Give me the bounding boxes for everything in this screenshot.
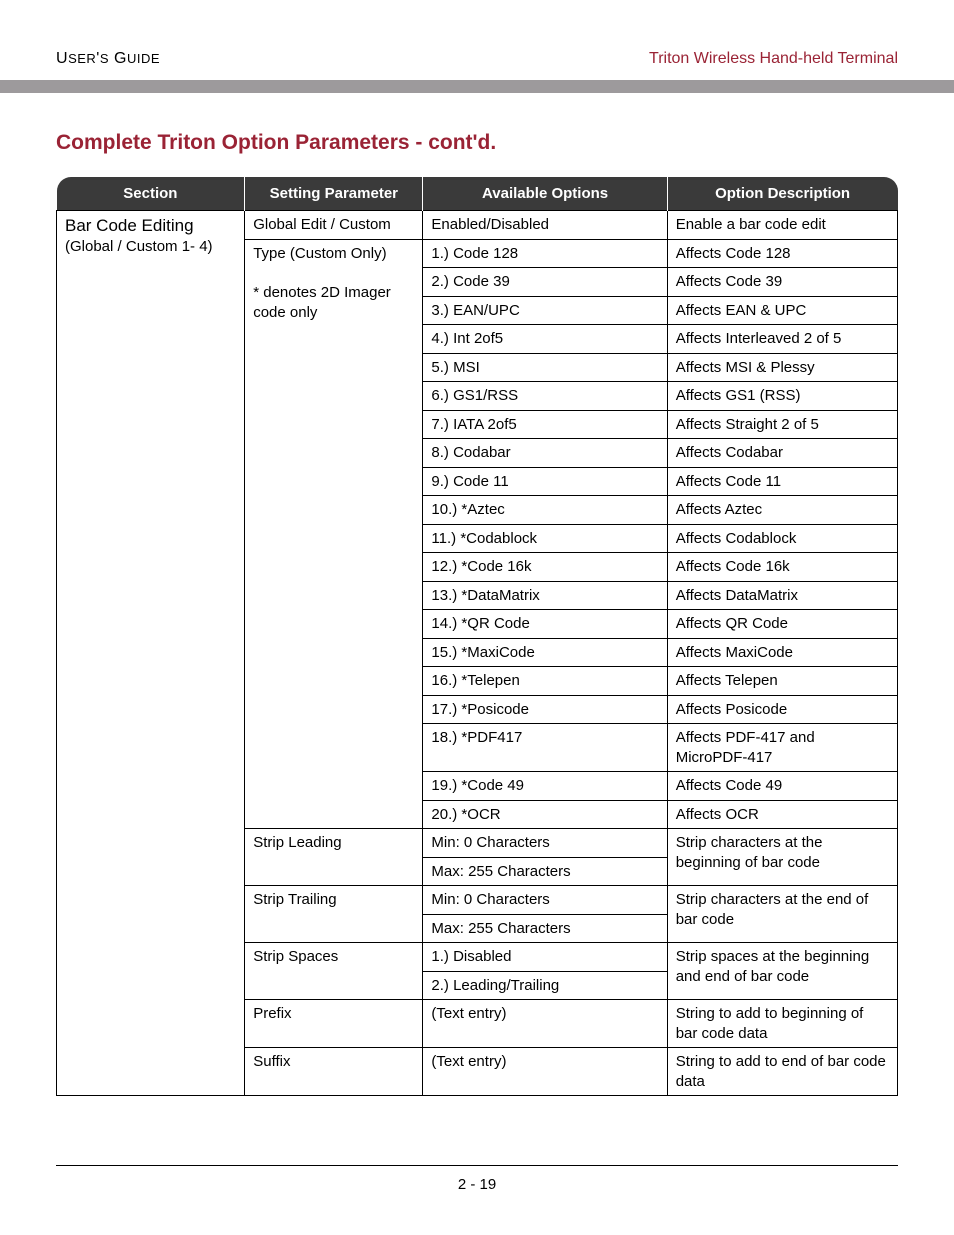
desc-cell: Affects MSI & Plessy: [667, 353, 897, 382]
desc-cell: Affects MaxiCode: [667, 638, 897, 667]
desc-cell: Affects EAN & UPC: [667, 296, 897, 325]
desc-cell: Affects OCR: [667, 800, 897, 829]
section-main: Bar Code Editing: [65, 215, 236, 237]
col-param: Setting Parameter: [245, 177, 423, 211]
option-cell: 14.) *QR Code: [423, 610, 667, 639]
desc-cell: Affects Codablock: [667, 524, 897, 553]
page-title: Complete Triton Option Parameters - cont…: [0, 93, 954, 177]
col-options: Available Options: [423, 177, 667, 211]
option-cell: Max: 255 Characters: [423, 857, 667, 886]
param-cell: Type (Custom Only) * denotes 2D Imager co…: [245, 239, 423, 829]
header-left: USER'S GUIDE: [56, 50, 160, 68]
option-cell: Max: 255 Characters: [423, 914, 667, 943]
option-cell: 13.) *DataMatrix: [423, 581, 667, 610]
option-cell: 5.) MSI: [423, 353, 667, 382]
option-cell: 10.) *Aztec: [423, 496, 667, 525]
parameters-table: Section Setting Parameter Available Opti…: [56, 177, 898, 1096]
option-cell: 3.) EAN/UPC: [423, 296, 667, 325]
desc-cell: Strip spaces at the beginning and end of…: [667, 943, 897, 1000]
desc-cell: Affects Posicode: [667, 695, 897, 724]
desc-cell: Strip characters at the end of bar code: [667, 886, 897, 943]
option-cell: 12.) *Code 16k: [423, 553, 667, 582]
desc-cell: Affects DataMatrix: [667, 581, 897, 610]
param-note: * denotes 2D Imager code only: [253, 283, 414, 324]
page-footer: 2 - 19: [56, 1165, 898, 1193]
desc-cell: Affects Interleaved 2 of 5: [667, 325, 897, 354]
desc-cell: Affects PDF-417 and MicroPDF-417: [667, 724, 897, 772]
page-header: USER'S GUIDE Triton Wireless Hand-held T…: [0, 0, 954, 76]
section-sub: (Global / Custom 1- 4): [65, 237, 236, 257]
option-cell: 20.) *OCR: [423, 800, 667, 829]
option-cell: 17.) *Posicode: [423, 695, 667, 724]
table-header-row: Section Setting Parameter Available Opti…: [57, 177, 898, 211]
param-cell: Strip Trailing: [245, 886, 423, 943]
desc-cell: Affects Code 39: [667, 268, 897, 297]
page-number: 2 - 19: [458, 1176, 496, 1193]
option-cell: 7.) IATA 2of5: [423, 410, 667, 439]
option-cell: 11.) *Codablock: [423, 524, 667, 553]
desc-cell: Affects QR Code: [667, 610, 897, 639]
option-cell: (Text entry): [423, 1048, 667, 1096]
desc-cell: Affects Straight 2 of 5: [667, 410, 897, 439]
option-cell: 16.) *Telepen: [423, 667, 667, 696]
option-cell: 18.) *PDF417: [423, 724, 667, 772]
desc-cell: Affects Code 11: [667, 467, 897, 496]
table-row: Bar Code Editing (Global / Custom 1- 4) …: [57, 211, 898, 240]
desc-cell: String to add to end of bar code data: [667, 1048, 897, 1096]
option-cell: 15.) *MaxiCode: [423, 638, 667, 667]
desc-cell: Enable a bar code edit: [667, 211, 897, 240]
param-cell: Suffix: [245, 1048, 423, 1096]
desc-cell: Affects GS1 (RSS): [667, 382, 897, 411]
desc-cell: Affects Code 16k: [667, 553, 897, 582]
desc-cell: Strip characters at the beginning of bar…: [667, 829, 897, 886]
option-cell: 19.) *Code 49: [423, 772, 667, 801]
col-desc: Option Description: [667, 177, 897, 211]
param-cell: Prefix: [245, 1000, 423, 1048]
desc-cell: Affects Code 49: [667, 772, 897, 801]
option-cell: Min: 0 Characters: [423, 829, 667, 858]
header-right: Triton Wireless Hand-held Terminal: [649, 50, 898, 68]
desc-cell: Affects Codabar: [667, 439, 897, 468]
col-section: Section: [57, 177, 245, 211]
param-cell: Global Edit / Custom: [245, 211, 423, 240]
option-cell: (Text entry): [423, 1000, 667, 1048]
option-cell: 6.) GS1/RSS: [423, 382, 667, 411]
desc-cell: Affects Aztec: [667, 496, 897, 525]
option-cell: 4.) Int 2of5: [423, 325, 667, 354]
section-cell: Bar Code Editing (Global / Custom 1- 4): [57, 211, 245, 1096]
desc-cell: Affects Code 128: [667, 239, 897, 268]
option-cell: 9.) Code 11: [423, 467, 667, 496]
desc-cell: String to add to beginning of bar code d…: [667, 1000, 897, 1048]
option-cell: 1.) Disabled: [423, 943, 667, 972]
option-cell: Min: 0 Characters: [423, 886, 667, 915]
desc-cell: Affects Telepen: [667, 667, 897, 696]
header-divider: [0, 80, 954, 93]
param-cell: Strip Leading: [245, 829, 423, 886]
option-cell: 1.) Code 128: [423, 239, 667, 268]
option-cell: 2.) Leading/Trailing: [423, 971, 667, 1000]
option-cell: 8.) Codabar: [423, 439, 667, 468]
option-cell: 2.) Code 39: [423, 268, 667, 297]
param-label: Type (Custom Only): [253, 244, 414, 264]
option-cell: Enabled/Disabled: [423, 211, 667, 240]
param-cell: Strip Spaces: [245, 943, 423, 1000]
